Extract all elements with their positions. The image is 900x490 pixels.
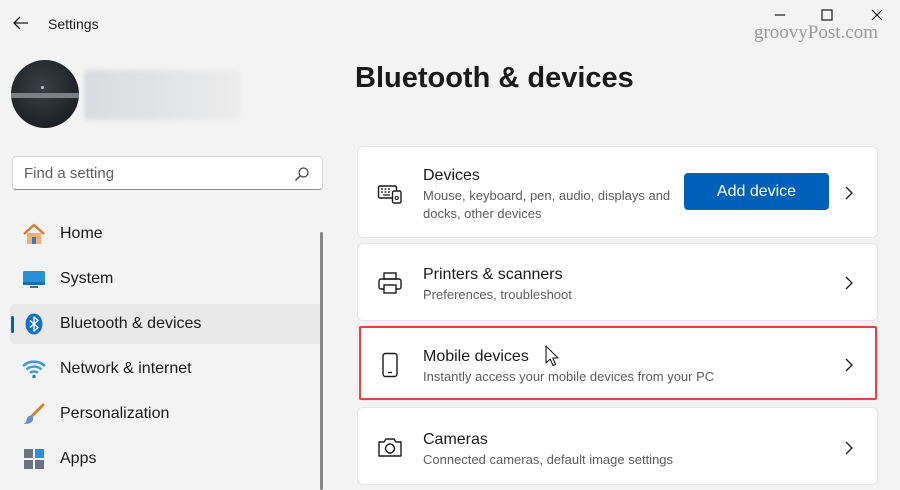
user-name-redacted [84,70,240,120]
title-bar: Settings groovyPost.com [0,0,900,48]
card-subtitle: Preferences, troubleshoot [423,287,572,302]
card-title: Cameras [423,431,488,448]
cameras-card[interactable]: Cameras Connected cameras, default image… [357,407,878,485]
printers-card[interactable]: Printers & scanners Preferences, trouble… [357,243,878,321]
home-icon [22,223,46,245]
search-input[interactable] [13,157,283,189]
card-subtitle: Connected cameras, default image setting… [423,452,674,467]
app-title: Settings [48,16,99,32]
apps-icon [22,448,46,470]
brush-icon [22,403,46,425]
devices-card[interactable]: Devices Mouse, keyboard, pen, audio, dis… [357,146,878,238]
devices-icon [376,179,404,207]
mobile-devices-card[interactable]: Mobile devices Instantly access your mob… [357,327,878,401]
sidebar-item-label: Network & internet [60,360,192,377]
wifi-icon [22,358,46,380]
sidebar-scrollbar[interactable] [320,232,323,490]
mouse-cursor-icon [545,345,559,367]
sidebar-item-label: Home [60,225,103,242]
page-title: Bluetooth & devices [355,62,634,94]
bluetooth-icon [22,313,46,335]
phone-icon [376,351,404,379]
sidebar-item-home[interactable]: Home [10,214,322,254]
card-subtitle: Mouse, keyboard, pen, audio, displays an… [423,188,671,221]
chevron-right-icon [843,440,855,456]
sidebar-item-network[interactable]: Network & internet [10,349,322,389]
sidebar-item-label: Bluetooth & devices [60,315,202,332]
sidebar-nav: Home System Bluetooth & devices Network … [10,214,322,484]
add-device-button[interactable]: Add device [684,173,829,210]
sidebar-item-label: System [60,270,114,287]
sidebar-item-apps[interactable]: Apps [10,439,322,479]
close-icon [871,9,883,21]
avatar[interactable] [11,60,79,128]
sidebar-item-label: Apps [60,450,97,467]
sidebar-item-label: Personalization [60,405,170,422]
card-title: Devices [423,167,480,184]
back-button[interactable] [10,12,32,34]
maximize-icon [821,9,833,21]
chevron-right-icon [843,275,855,291]
card-subtitle: Instantly access your mobile devices fro… [423,369,715,384]
printer-icon [376,269,404,297]
sidebar-item-bluetooth[interactable]: Bluetooth & devices [10,304,322,344]
search-box[interactable] [12,156,323,190]
camera-icon [376,433,404,461]
search-icon[interactable] [294,166,310,182]
back-arrow-icon [13,16,28,30]
minimize-icon [775,14,785,16]
sidebar-item-system[interactable]: System [10,259,322,299]
watermark: groovyPost.com [753,22,878,43]
card-title: Mobile devices [423,348,529,365]
sidebar-item-personalization[interactable]: Personalization [10,394,322,434]
card-title: Printers & scanners [423,266,563,283]
active-indicator [11,316,14,333]
chevron-right-icon [843,185,855,201]
system-icon [22,268,46,290]
chevron-right-icon [843,357,855,373]
